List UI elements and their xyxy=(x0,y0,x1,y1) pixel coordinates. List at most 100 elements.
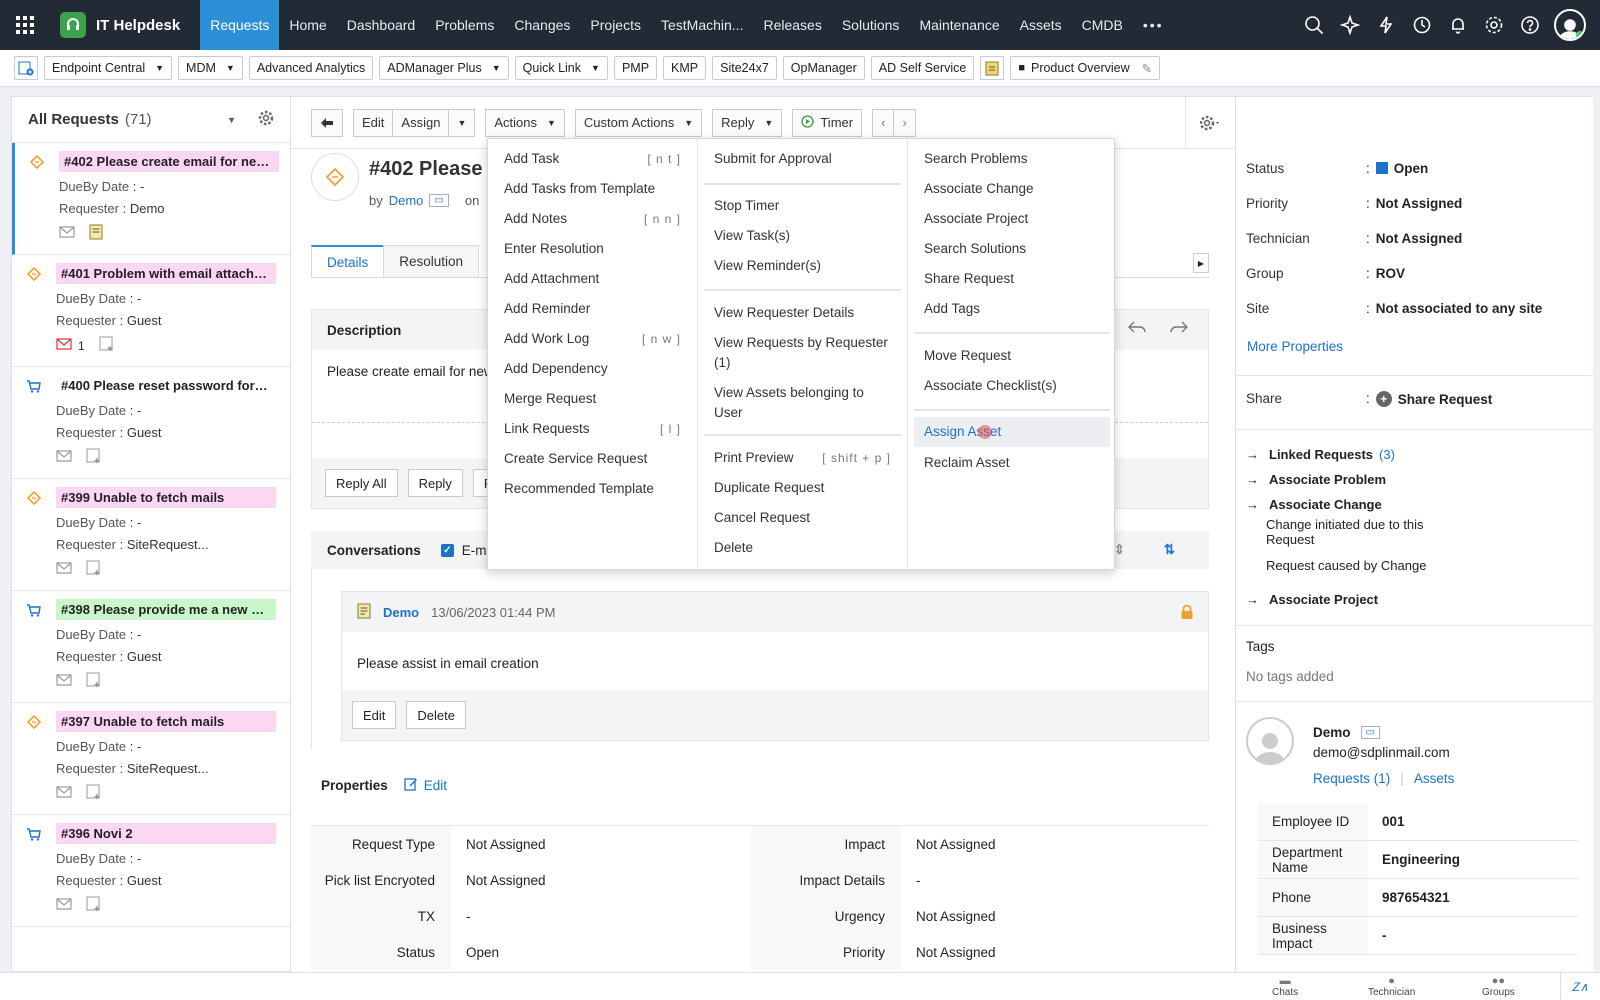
email-icon[interactable] xyxy=(56,338,72,353)
associate-problem-item[interactable]: → Associate Problem xyxy=(1246,472,1386,487)
chat-icon[interactable]: ▭ xyxy=(429,194,449,207)
quick-kmp[interactable]: KMP xyxy=(663,56,707,80)
requester-requests-link[interactable]: Requests (1) xyxy=(1313,771,1390,786)
technician-value[interactable]: Not Assigned xyxy=(1376,231,1463,246)
menu-item[interactable]: Merge Request xyxy=(494,389,691,409)
request-title[interactable]: #401 Problem with email attachme... xyxy=(56,263,276,284)
status-value[interactable]: Open xyxy=(1375,161,1428,176)
menu-search-problems[interactable]: Search Problems xyxy=(914,149,1110,169)
quick-mdm[interactable]: MDM ▼ xyxy=(178,56,243,80)
menu-assign-asset[interactable]: Assign Asset xyxy=(914,417,1110,447)
zia-icon[interactable] xyxy=(1332,15,1368,35)
note-edit-button[interactable]: Edit xyxy=(352,701,397,729)
quick-ad-self-service[interactable]: AD Self Service xyxy=(870,56,975,80)
associate-project-item[interactable]: → Associate Project xyxy=(1246,592,1378,607)
share-request-button[interactable]: + Share Request xyxy=(1375,391,1492,407)
menu-item[interactable]: Add Attachment xyxy=(494,269,691,289)
reply-arrow-icon[interactable] xyxy=(1128,320,1146,337)
quick-opmanager[interactable]: OpManager xyxy=(782,56,865,80)
email-icon[interactable] xyxy=(56,898,72,913)
request-list-item[interactable]: #400 Please reset password for my... DueB… xyxy=(12,367,290,479)
back-button[interactable] xyxy=(311,108,343,137)
gear-icon[interactable] xyxy=(1476,15,1512,35)
timer-button[interactable]: Timer xyxy=(792,108,863,137)
request-title[interactable]: #398 Please provide me a new des... xyxy=(56,599,276,620)
site-value[interactable]: Not associated to any site xyxy=(1376,301,1543,316)
menu-item[interactable]: Add Task [ n t ] xyxy=(494,149,691,169)
nav-more-icon[interactable]: ••• xyxy=(1133,0,1174,50)
clipboard-icon[interactable] xyxy=(980,56,1005,80)
note-author[interactable]: Demo xyxy=(383,605,419,620)
add-note-icon[interactable] xyxy=(86,672,102,691)
lightning-icon[interactable] xyxy=(1368,15,1404,35)
more-properties-link[interactable]: More Properties xyxy=(1247,339,1343,354)
custom-actions-button[interactable]: Custom Actions ▼ xyxy=(574,108,703,137)
menu-item[interactable]: Add Tasks from Template xyxy=(494,179,691,199)
nav-dashboard[interactable]: Dashboard xyxy=(337,0,426,50)
menu-item[interactable]: Add Reminder xyxy=(494,299,691,319)
nav-problems[interactable]: Problems xyxy=(425,0,504,50)
view-dropdown-icon[interactable]: ▼ xyxy=(227,115,236,125)
email-checkbox[interactable]: ✓ xyxy=(440,543,454,557)
assign-button[interactable]: Assign xyxy=(392,108,449,137)
request-title[interactable]: #396 Novi 2 xyxy=(56,823,276,844)
menu-item[interactable]: Create Service Request xyxy=(494,449,691,469)
linked-requests-count[interactable]: (3) xyxy=(1379,447,1395,462)
add-note-icon[interactable] xyxy=(86,560,102,579)
list-settings-gear-icon[interactable] xyxy=(258,110,274,129)
menu-item[interactable]: Recommended Template xyxy=(494,479,691,499)
menu-duplicate-request[interactable]: Duplicate Request xyxy=(704,478,901,498)
nav-requests[interactable]: Requests xyxy=(200,0,280,50)
product-overview-button[interactable]: ■ Product Overview ✎ xyxy=(1010,56,1161,80)
chat-icon[interactable]: ▭ xyxy=(1360,726,1380,739)
request-title[interactable]: #402 Please create email for new e... xyxy=(59,151,279,172)
zia-chat-icon[interactable]: Z∧ xyxy=(1560,973,1600,1000)
search-icon[interactable] xyxy=(1296,15,1332,35)
menu-view-tasks[interactable]: View Task(s) xyxy=(704,226,901,246)
history-icon[interactable] xyxy=(1404,15,1440,35)
linked-requests-item[interactable]: → Linked Requests (3) xyxy=(1246,447,1395,462)
nav-projects[interactable]: Projects xyxy=(580,0,651,50)
caused-by-change-text[interactable]: Request caused by Change xyxy=(1266,558,1426,573)
quick-advanced-analytics[interactable]: Advanced Analytics xyxy=(248,56,374,80)
requester-link[interactable]: Demo xyxy=(389,193,424,208)
note-icon[interactable] xyxy=(89,224,103,243)
menu-move-request[interactable]: Move Request xyxy=(914,346,1110,366)
quick-admanager-plus[interactable]: ADManager Plus ▼ xyxy=(379,56,509,80)
menu-associate-change[interactable]: Associate Change xyxy=(914,179,1110,199)
note-delete-button[interactable]: Delete xyxy=(406,701,466,729)
actions-button[interactable]: Actions ▼ xyxy=(485,108,565,137)
add-note-icon[interactable] xyxy=(99,336,115,355)
menu-associate-checklist[interactable]: Associate Checklist(s) xyxy=(914,376,1110,396)
reply-button[interactable]: Reply ▼ xyxy=(712,108,783,137)
nav-releases[interactable]: Releases xyxy=(753,0,831,50)
nav-solutions[interactable]: Solutions xyxy=(832,0,910,50)
reply-all-button[interactable]: Reply All xyxy=(325,469,398,497)
request-title[interactable]: #397 Unable to fetch mails xyxy=(56,711,276,732)
pin-icon[interactable]: ✎ xyxy=(1142,61,1152,76)
request-list-item[interactable]: #398 Please provide me a new des... DueBy… xyxy=(12,591,290,703)
email-icon[interactable] xyxy=(56,786,72,801)
change-initiated-text[interactable]: Change initiated due to this Request xyxy=(1266,517,1446,547)
menu-item[interactable]: Add Dependency xyxy=(494,359,691,379)
nav-maintenance[interactable]: Maintenance xyxy=(909,0,1009,50)
nav-changes[interactable]: Changes xyxy=(504,0,580,50)
forward-arrow-icon[interactable] xyxy=(1170,320,1188,337)
request-list-item[interactable]: #397 Unable to fetch mails DueBy Date : -… xyxy=(12,703,290,815)
menu-search-solutions[interactable]: Search Solutions xyxy=(914,239,1110,259)
app-grid-icon[interactable] xyxy=(0,0,50,50)
menu-view-requester-details[interactable]: View Requester Details xyxy=(704,303,901,323)
menu-view-reminders[interactable]: View Reminder(s) xyxy=(704,256,901,276)
detail-settings-gear-icon[interactable] xyxy=(1185,97,1235,149)
request-list-item[interactable]: #399 Unable to fetch mails DueBy Date : -… xyxy=(12,479,290,591)
quick-site24x7[interactable]: Site24x7 xyxy=(712,56,777,80)
next-icon[interactable]: › xyxy=(893,108,916,137)
add-quick-link-icon[interactable] xyxy=(14,56,38,80)
reply-button-2[interactable]: Reply xyxy=(407,469,463,497)
menu-cancel-request[interactable]: Cancel Request xyxy=(704,508,901,528)
menu-item[interactable]: Enter Resolution xyxy=(494,239,691,259)
email-icon[interactable] xyxy=(56,674,72,689)
technician-button[interactable]: ● Technician xyxy=(1368,975,1415,998)
previous-icon[interactable]: ‹ xyxy=(872,108,894,137)
tabs-scroll-right-icon[interactable]: ▶ xyxy=(1193,253,1209,273)
